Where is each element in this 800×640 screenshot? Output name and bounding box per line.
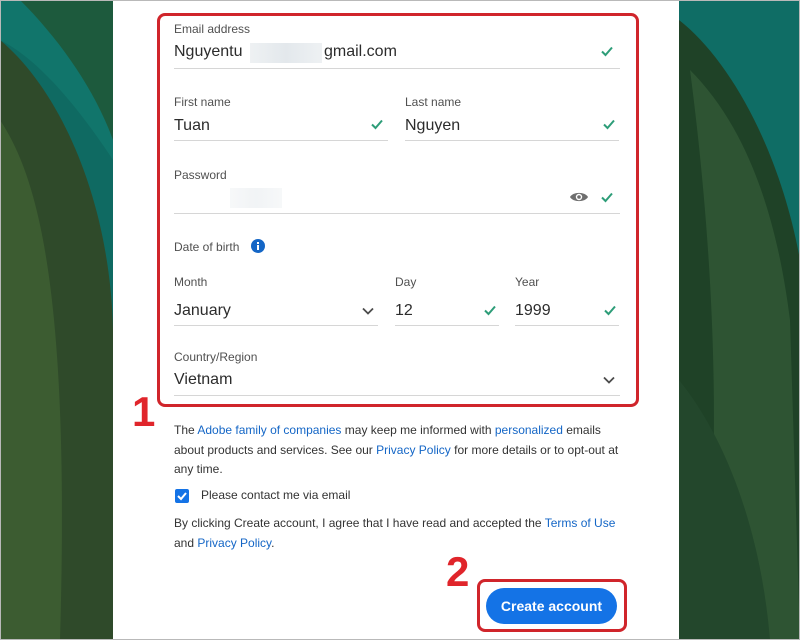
privacy-policy-link-2[interactable]: Privacy Policy (197, 536, 271, 550)
terms-of-use-link[interactable]: Terms of Use (545, 516, 616, 530)
legal-text: By clicking Create account, I agree that… (174, 516, 545, 530)
terms-agreement-text: By clicking Create account, I agree that… (174, 514, 620, 553)
annotation-step-1: 1 (132, 388, 156, 435)
legal-text: The (174, 423, 198, 437)
legal-text: may keep me informed with (341, 423, 495, 437)
annotation-box-form (157, 13, 639, 407)
annotation-step-2: 2 (446, 548, 470, 595)
personalized-link[interactable]: personalized (495, 423, 563, 437)
contact-email-checkbox[interactable] (175, 489, 189, 503)
marketing-consent-text: The Adobe family of companies may keep m… (174, 421, 620, 480)
annotation-box-button (477, 579, 627, 632)
legal-text: . (271, 535, 275, 550)
privacy-policy-link[interactable]: Privacy Policy (376, 443, 451, 457)
contact-email-label[interactable]: Please contact me via email (201, 486, 350, 506)
legal-text: and (174, 535, 198, 550)
checkmark-icon (177, 492, 187, 501)
adobe-family-link[interactable]: Adobe family of companies (197, 423, 341, 437)
